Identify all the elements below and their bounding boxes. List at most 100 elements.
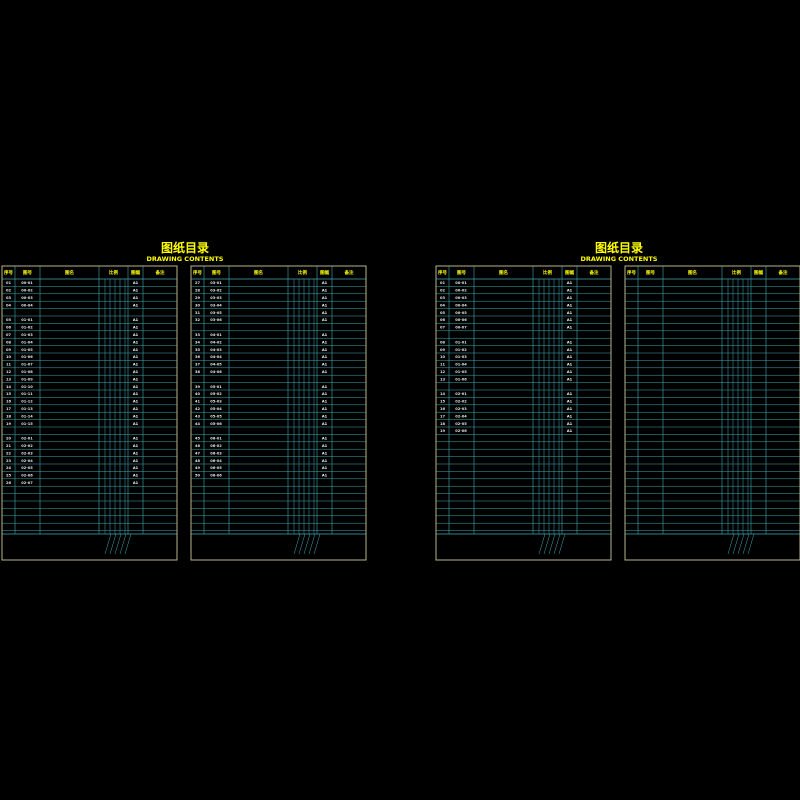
row-size: A1 (133, 326, 139, 330)
row-code: 02-01 (21, 437, 33, 441)
row-size: A1 (322, 400, 328, 404)
row-size: A1 (133, 392, 139, 396)
column-header: 备注 (155, 269, 165, 276)
row-number: 08 (440, 340, 446, 344)
row-number: 26 (6, 481, 12, 485)
row-code: 05-01 (210, 385, 222, 389)
column-header: 序号 (192, 269, 202, 276)
row-code: 01-11 (21, 392, 33, 396)
row-code: 03-06 (210, 318, 222, 322)
row-code: 02-05 (21, 466, 33, 470)
row-number: 45 (195, 437, 201, 441)
row-code: 00-02 (21, 289, 33, 293)
row-code: 04-01 (210, 333, 222, 337)
row-number: 23 (6, 459, 12, 463)
row-code: 01-05 (455, 370, 467, 374)
row-number: 12 (440, 370, 446, 374)
row-code: 06-04 (210, 459, 222, 463)
row-size: A1 (322, 348, 328, 352)
row-number: 04 (440, 303, 446, 307)
row-size: A1 (133, 348, 139, 352)
row-size: A1 (322, 311, 328, 315)
row-number: 03 (6, 296, 12, 300)
row-code: 01-07 (21, 363, 33, 367)
row-size: A1 (322, 466, 328, 470)
row-number: 19 (6, 422, 12, 426)
row-number: 17 (440, 414, 446, 418)
row-size: A1 (133, 385, 139, 389)
row-number: 31 (195, 311, 201, 315)
column-header: 图幅 (754, 269, 763, 276)
row-size: A1 (322, 422, 328, 426)
row-size: A1 (133, 474, 139, 478)
row-size: A1 (567, 348, 573, 352)
row-code: 01-10 (21, 385, 33, 389)
row-code: 06-06 (210, 474, 222, 478)
column-header: 图名 (499, 269, 508, 276)
row-code: 02-02 (455, 400, 467, 404)
row-code: 02-07 (21, 481, 33, 485)
row-code: 02-04 (21, 459, 33, 463)
row-number: 36 (195, 355, 201, 359)
row-number: 24 (6, 466, 12, 470)
row-number: 19 (440, 429, 446, 433)
row-size: A1 (133, 355, 139, 359)
row-code: 05-04 (210, 407, 222, 411)
row-code: 02-06 (455, 429, 467, 433)
row-number: 02 (440, 289, 446, 293)
row-size: A1 (567, 400, 573, 404)
row-code: 01-02 (21, 326, 33, 330)
row-code: 01-13 (21, 407, 33, 411)
row-code: 01-12 (21, 400, 33, 404)
row-number: 27 (195, 281, 201, 285)
column-header: 备注 (778, 269, 788, 276)
row-code: 03-04 (210, 303, 222, 307)
column-header: 备注 (344, 269, 354, 276)
row-code: 02-03 (455, 407, 467, 411)
row-size: A1 (567, 296, 573, 300)
row-code: 03-05 (210, 311, 222, 315)
row-size: A1 (322, 414, 328, 418)
row-number: 09 (6, 348, 12, 352)
column-header: 图号 (646, 269, 655, 276)
column-header: 序号 (3, 269, 13, 276)
column-header: 图幅 (131, 269, 140, 276)
row-size: A1 (133, 466, 139, 470)
row-size: A1 (322, 340, 328, 344)
row-number: 10 (440, 355, 446, 359)
row-size: A1 (567, 311, 573, 315)
row-code: 00-01 (21, 281, 33, 285)
row-size: A1 (322, 303, 328, 307)
row-number: 14 (440, 392, 446, 396)
row-code: 01-01 (21, 318, 33, 322)
row-code: 06-05 (210, 466, 222, 470)
row-code: 01-06 (455, 377, 467, 381)
row-number: 28 (195, 289, 201, 293)
row-number: 13 (440, 377, 446, 381)
row-size: A1 (133, 459, 139, 463)
row-size: A1 (322, 474, 328, 478)
row-size: A1 (133, 289, 139, 293)
row-size: A1 (567, 363, 573, 367)
row-size: A1 (322, 459, 328, 463)
row-code: 03-03 (210, 296, 222, 300)
row-number: 05 (440, 311, 446, 315)
row-size: A1 (322, 318, 328, 322)
row-size: A1 (133, 400, 139, 404)
row-code: 05-05 (210, 414, 222, 418)
row-size: A1 (322, 289, 328, 293)
column-header: 比例 (109, 269, 118, 276)
column-header: 图号 (23, 269, 32, 276)
row-code: 05-02 (210, 392, 222, 396)
row-code: 04-02 (210, 340, 222, 344)
set-subtitle: DRAWING CONTENTS (147, 255, 224, 263)
row-size: A1 (567, 370, 573, 374)
row-number: 34 (195, 340, 201, 344)
row-size: A1 (133, 407, 139, 411)
row-size: A1 (133, 333, 139, 337)
drawing-index-canvas: 图纸目录DRAWING CONTENTS序号 图号 图名 比例 图幅 备注01 00-01 A… (0, 0, 800, 800)
column-header: 图幅 (565, 269, 574, 276)
column-header: 备注 (589, 269, 599, 276)
set-title: 图纸目录 (161, 240, 209, 255)
row-code: 04-03 (210, 348, 222, 352)
